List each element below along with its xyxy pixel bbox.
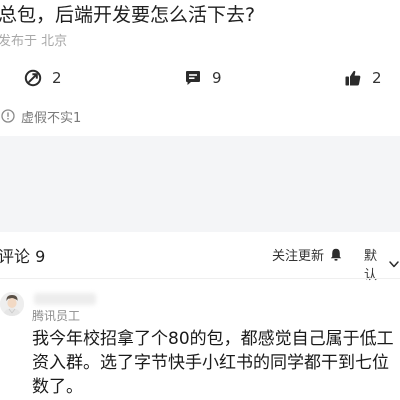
warning-icon xyxy=(1,109,15,123)
comments-title: 评论 9 xyxy=(0,247,46,266)
thumbs-up-icon xyxy=(344,69,362,87)
share-icon xyxy=(24,69,42,87)
comment-count: 9 xyxy=(212,69,222,87)
chevron-down-icon xyxy=(388,258,400,270)
follow-updates-button[interactable]: 关注更新 xyxy=(272,245,342,264)
like-stat-button[interactable]: 2 xyxy=(344,64,382,92)
bell-icon xyxy=(330,248,342,261)
comments-divider xyxy=(0,278,400,279)
author-name-redacted xyxy=(34,293,96,305)
post-stats-bar: 2 9 2 xyxy=(0,64,400,92)
comment-stat-button[interactable]: 9 xyxy=(184,64,222,92)
share-count: 2 xyxy=(52,69,62,87)
post-title: 总包，后端开发要怎么活下去? xyxy=(0,4,256,26)
section-separator xyxy=(0,136,400,232)
avatar[interactable] xyxy=(0,292,24,316)
share-stat-button[interactable]: 2 xyxy=(24,64,62,92)
post-meta: 发布于 北京 xyxy=(0,34,68,49)
comments-header: 评论 9 关注更新 默认 xyxy=(0,241,400,283)
author-company: 腾讯员工 xyxy=(32,309,81,323)
report-false-info-button[interactable]: 虚假不实1 xyxy=(0,105,81,127)
follow-updates-label: 关注更新 xyxy=(272,249,325,264)
comment-text: 我今年校招拿了个80的包，都感觉自己属于低工资入群。选了字节快手小红书的同学都干… xyxy=(32,329,394,397)
report-label: 虚假不实1 xyxy=(21,110,82,126)
comment-icon xyxy=(184,69,202,87)
like-count: 2 xyxy=(372,69,382,87)
